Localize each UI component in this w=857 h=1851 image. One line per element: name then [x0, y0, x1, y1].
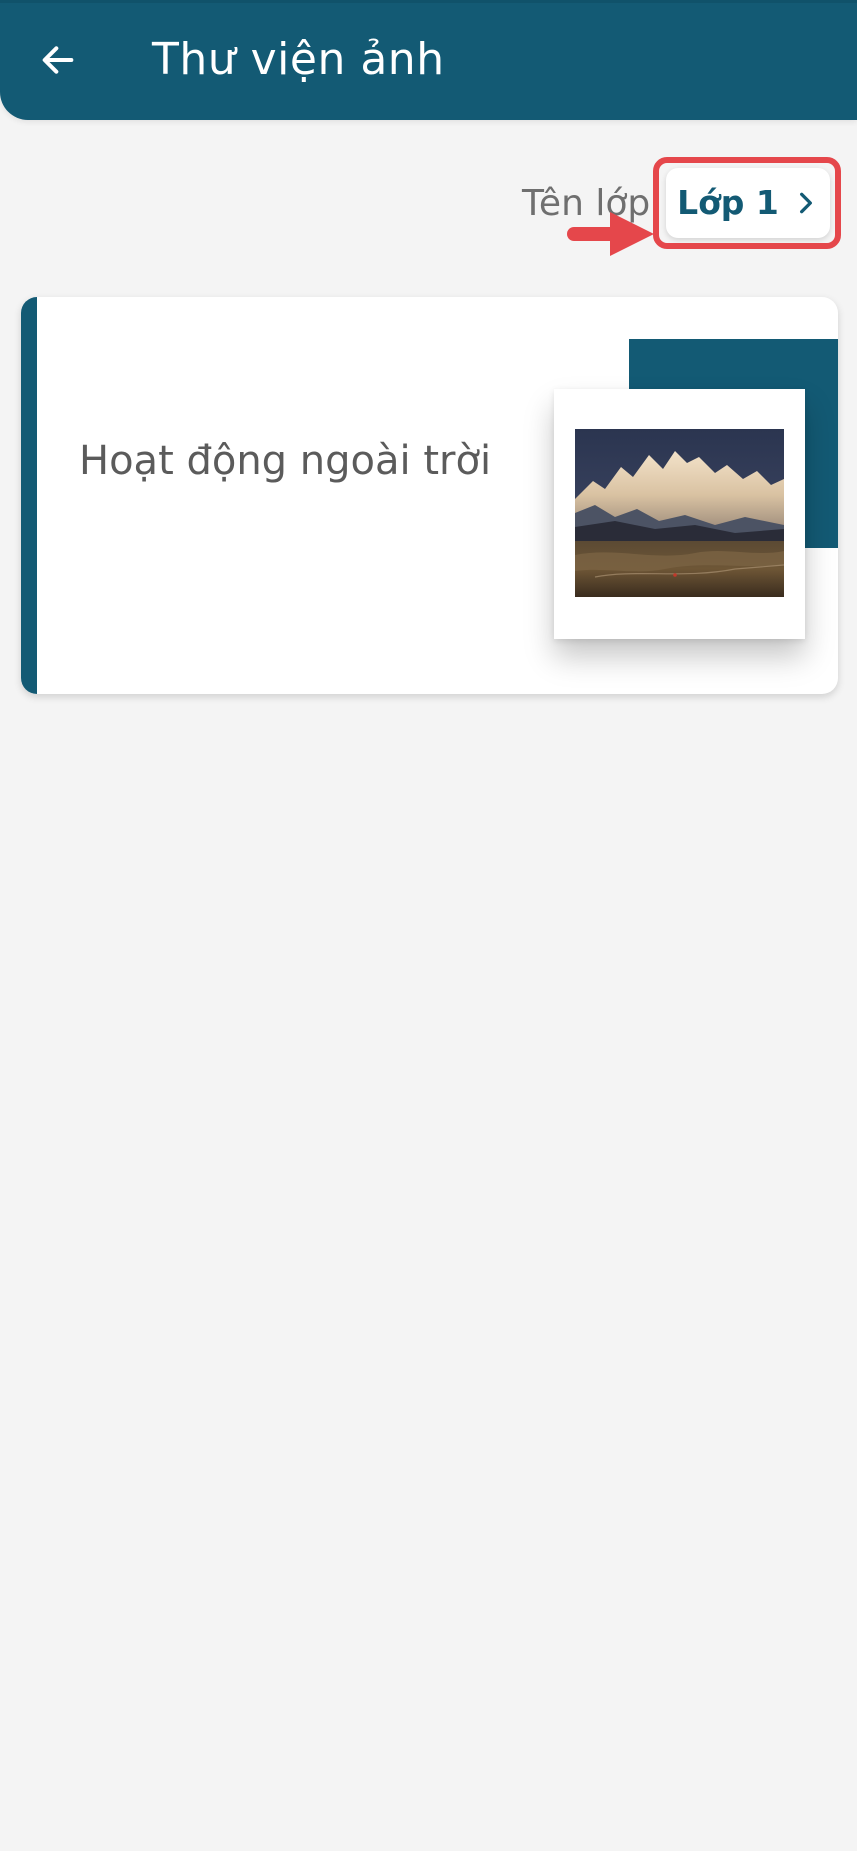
class-name-label: Tên lớp	[522, 183, 651, 224]
mountain-landscape-photo	[575, 429, 784, 597]
page-title: Thư viện ảnh	[152, 34, 445, 85]
album-title: Hoạt động ngoài trời	[79, 438, 492, 484]
app-header: Thư viện ảnh	[0, 0, 857, 120]
chevron-right-icon	[799, 192, 812, 214]
back-button[interactable]	[30, 32, 86, 88]
class-selector-value: Lớp 1	[677, 183, 779, 222]
album-thumbnail-frame	[554, 389, 805, 639]
class-selector-button[interactable]: Lớp 1	[666, 168, 830, 238]
card-accent-bar	[21, 297, 37, 694]
arrow-left-icon	[42, 46, 74, 74]
album-card[interactable]: Hoạt động ngoài trời	[21, 297, 838, 694]
